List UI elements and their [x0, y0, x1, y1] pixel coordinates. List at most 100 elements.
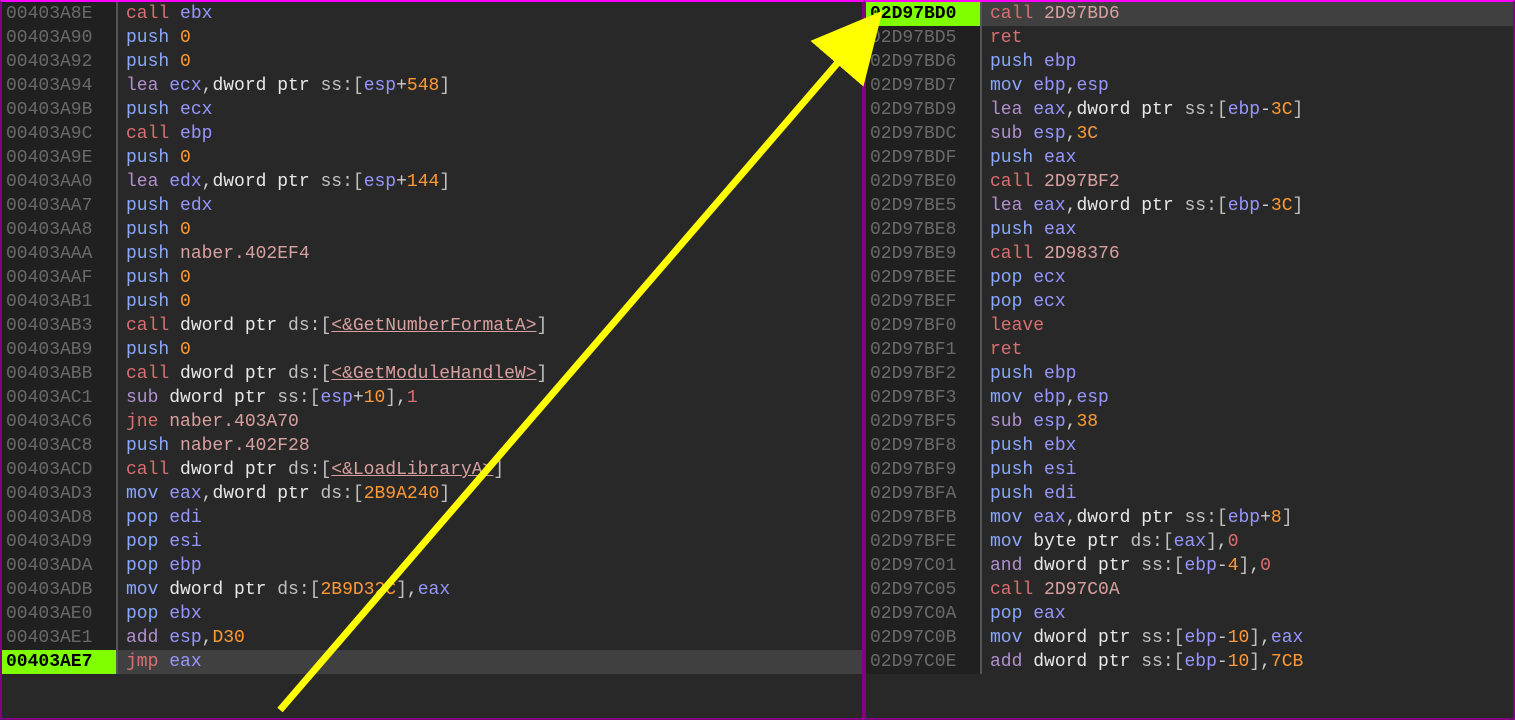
instruction-cell: jmp eax — [118, 650, 862, 674]
disasm-row[interactable]: 00403A9Epush 0 — [2, 146, 862, 170]
instruction-cell: sub esp,38 — [982, 410, 1513, 434]
disasm-row[interactable]: 02D97BD7mov ebp,esp — [866, 74, 1513, 98]
disasm-row[interactable]: 00403AA0lea edx,dword ptr ss:[esp+144] — [2, 170, 862, 194]
address-cell: 00403AA8 — [2, 218, 118, 242]
address-cell: 02D97BE0 — [866, 170, 982, 194]
address-cell: 00403AA7 — [2, 194, 118, 218]
instruction-cell: pop esi — [118, 530, 862, 554]
disasm-row[interactable]: 02D97C0Apop eax — [866, 602, 1513, 626]
disassembly-pane-left[interactable]: 00403A8Ecall ebx00403A90push 000403A92pu… — [0, 0, 864, 720]
disassembly-pane-right[interactable]: 02D97BD0call 2D97BD602D97BD5ret02D97BD6p… — [864, 0, 1515, 720]
disasm-row[interactable]: 02D97BE9call 2D98376 — [866, 242, 1513, 266]
disasm-row[interactable]: 02D97BD0call 2D97BD6 — [866, 2, 1513, 26]
disasm-row[interactable]: 00403ABBcall dword ptr ds:[<&GetModuleHa… — [2, 362, 862, 386]
disasm-row[interactable]: 02D97C05call 2D97C0A — [866, 578, 1513, 602]
disasm-row[interactable]: 02D97C0Bmov dword ptr ss:[ebp-10],eax — [866, 626, 1513, 650]
disasm-row[interactable]: 00403AB3call dword ptr ds:[<&GetNumberFo… — [2, 314, 862, 338]
disasm-row[interactable]: 00403AD3mov eax,dword ptr ds:[2B9A240] — [2, 482, 862, 506]
instruction-cell: call ebp — [118, 122, 862, 146]
address-cell: 00403AC1 — [2, 386, 118, 410]
disasm-row[interactable]: 00403AE0pop ebx — [2, 602, 862, 626]
disasm-row[interactable]: 00403AE1add esp,D30 — [2, 626, 862, 650]
disasm-row[interactable]: 00403ADBmov dword ptr ds:[2B9D32C],eax — [2, 578, 862, 602]
disasm-row[interactable]: 02D97BD6push ebp — [866, 50, 1513, 74]
disasm-row[interactable]: 00403AD8pop edi — [2, 506, 862, 530]
disasm-row[interactable]: 00403AE7jmp eax — [2, 650, 862, 674]
disasm-row[interactable]: 02D97BF8push ebx — [866, 434, 1513, 458]
address-cell: 02D97BFA — [866, 482, 982, 506]
disasm-row[interactable]: 00403A92push 0 — [2, 50, 862, 74]
address-cell: 02D97BF3 — [866, 386, 982, 410]
disasm-row[interactable]: 02D97BFEmov byte ptr ds:[eax],0 — [866, 530, 1513, 554]
disasm-row[interactable]: 00403AC8push naber.402F28 — [2, 434, 862, 458]
disasm-row[interactable]: 02D97BF0leave — [866, 314, 1513, 338]
disasm-row[interactable]: 00403ACDcall dword ptr ds:[<&LoadLibrary… — [2, 458, 862, 482]
instruction-cell: push esi — [982, 458, 1513, 482]
instruction-cell: push eax — [982, 146, 1513, 170]
instruction-cell: ret — [982, 338, 1513, 362]
instruction-cell: leave — [982, 314, 1513, 338]
disasm-row[interactable]: 00403AAApush naber.402EF4 — [2, 242, 862, 266]
disasm-row[interactable]: 00403A9Bpush ecx — [2, 98, 862, 122]
disasm-row[interactable]: 02D97BFApush edi — [866, 482, 1513, 506]
instruction-cell: add dword ptr ss:[ebp-10],7CB — [982, 650, 1513, 674]
disasm-row[interactable]: 00403ADApop ebp — [2, 554, 862, 578]
disasm-row[interactable]: 02D97BD5ret — [866, 26, 1513, 50]
disasm-row[interactable]: 02D97BFBmov eax,dword ptr ss:[ebp+8] — [866, 506, 1513, 530]
disasm-row[interactable]: 00403A8Ecall ebx — [2, 2, 862, 26]
disasm-row[interactable]: 02D97BF5sub esp,38 — [866, 410, 1513, 434]
address-cell: 00403A9E — [2, 146, 118, 170]
disasm-row[interactable]: 02D97BE5lea eax,dword ptr ss:[ebp-3C] — [866, 194, 1513, 218]
address-cell: 00403AE1 — [2, 626, 118, 650]
disasm-row[interactable]: 02D97BF3mov ebp,esp — [866, 386, 1513, 410]
disasm-row[interactable]: 02D97C01and dword ptr ss:[ebp-4],0 — [866, 554, 1513, 578]
address-cell: 02D97C0B — [866, 626, 982, 650]
address-cell: 00403A90 — [2, 26, 118, 50]
instruction-cell: mov eax,dword ptr ds:[2B9A240] — [118, 482, 862, 506]
disasm-row[interactable]: 02D97BF2push ebp — [866, 362, 1513, 386]
disasm-row[interactable]: 02D97BE0call 2D97BF2 — [866, 170, 1513, 194]
address-cell: 02D97BDC — [866, 122, 982, 146]
disasm-row[interactable]: 02D97BEFpop ecx — [866, 290, 1513, 314]
instruction-cell: push eax — [982, 218, 1513, 242]
instruction-cell: sub esp,3C — [982, 122, 1513, 146]
address-cell: 00403ADA — [2, 554, 118, 578]
address-cell: 00403AC6 — [2, 410, 118, 434]
instruction-cell: push 0 — [118, 50, 862, 74]
disasm-row[interactable]: 00403A9Ccall ebp — [2, 122, 862, 146]
instruction-cell: sub dword ptr ss:[esp+10],1 — [118, 386, 862, 410]
disasm-row[interactable]: 00403AD9pop esi — [2, 530, 862, 554]
disasm-row[interactable]: 00403AB9push 0 — [2, 338, 862, 362]
disasm-row[interactable]: 00403AA8push 0 — [2, 218, 862, 242]
disasm-row[interactable]: 02D97BF1ret — [866, 338, 1513, 362]
address-cell: 02D97BF9 — [866, 458, 982, 482]
disasm-row[interactable]: 00403A90push 0 — [2, 26, 862, 50]
disasm-row[interactable]: 00403AA7push edx — [2, 194, 862, 218]
instruction-cell: add esp,D30 — [118, 626, 862, 650]
disasm-row[interactable]: 00403AC1sub dword ptr ss:[esp+10],1 — [2, 386, 862, 410]
address-cell: 00403AD8 — [2, 506, 118, 530]
disasm-row[interactable]: 00403AB1push 0 — [2, 290, 862, 314]
disasm-row[interactable]: 02D97BEEpop ecx — [866, 266, 1513, 290]
address-cell: 00403ADB — [2, 578, 118, 602]
address-cell: 00403AB9 — [2, 338, 118, 362]
instruction-cell: push 0 — [118, 218, 862, 242]
instruction-cell: push naber.402EF4 — [118, 242, 862, 266]
instruction-cell: push edx — [118, 194, 862, 218]
address-cell: 02D97BDF — [866, 146, 982, 170]
disasm-row[interactable]: 02D97BDCsub esp,3C — [866, 122, 1513, 146]
address-cell: 02D97C0A — [866, 602, 982, 626]
disasm-row[interactable]: 02D97BD9lea eax,dword ptr ss:[ebp-3C] — [866, 98, 1513, 122]
address-cell: 02D97BD9 — [866, 98, 982, 122]
instruction-cell: pop ecx — [982, 290, 1513, 314]
address-cell: 02D97BEF — [866, 290, 982, 314]
disasm-row[interactable]: 02D97BF9push esi — [866, 458, 1513, 482]
disasm-row[interactable]: 02D97C0Eadd dword ptr ss:[ebp-10],7CB — [866, 650, 1513, 674]
instruction-cell: push 0 — [118, 338, 862, 362]
disasm-row[interactable]: 02D97BDFpush eax — [866, 146, 1513, 170]
disasm-row[interactable]: 00403AAFpush 0 — [2, 266, 862, 290]
disasm-row[interactable]: 00403A94lea ecx,dword ptr ss:[esp+548] — [2, 74, 862, 98]
instruction-cell: pop ebx — [118, 602, 862, 626]
disasm-row[interactable]: 00403AC6jne naber.403A70 — [2, 410, 862, 434]
disasm-row[interactable]: 02D97BE8push eax — [866, 218, 1513, 242]
